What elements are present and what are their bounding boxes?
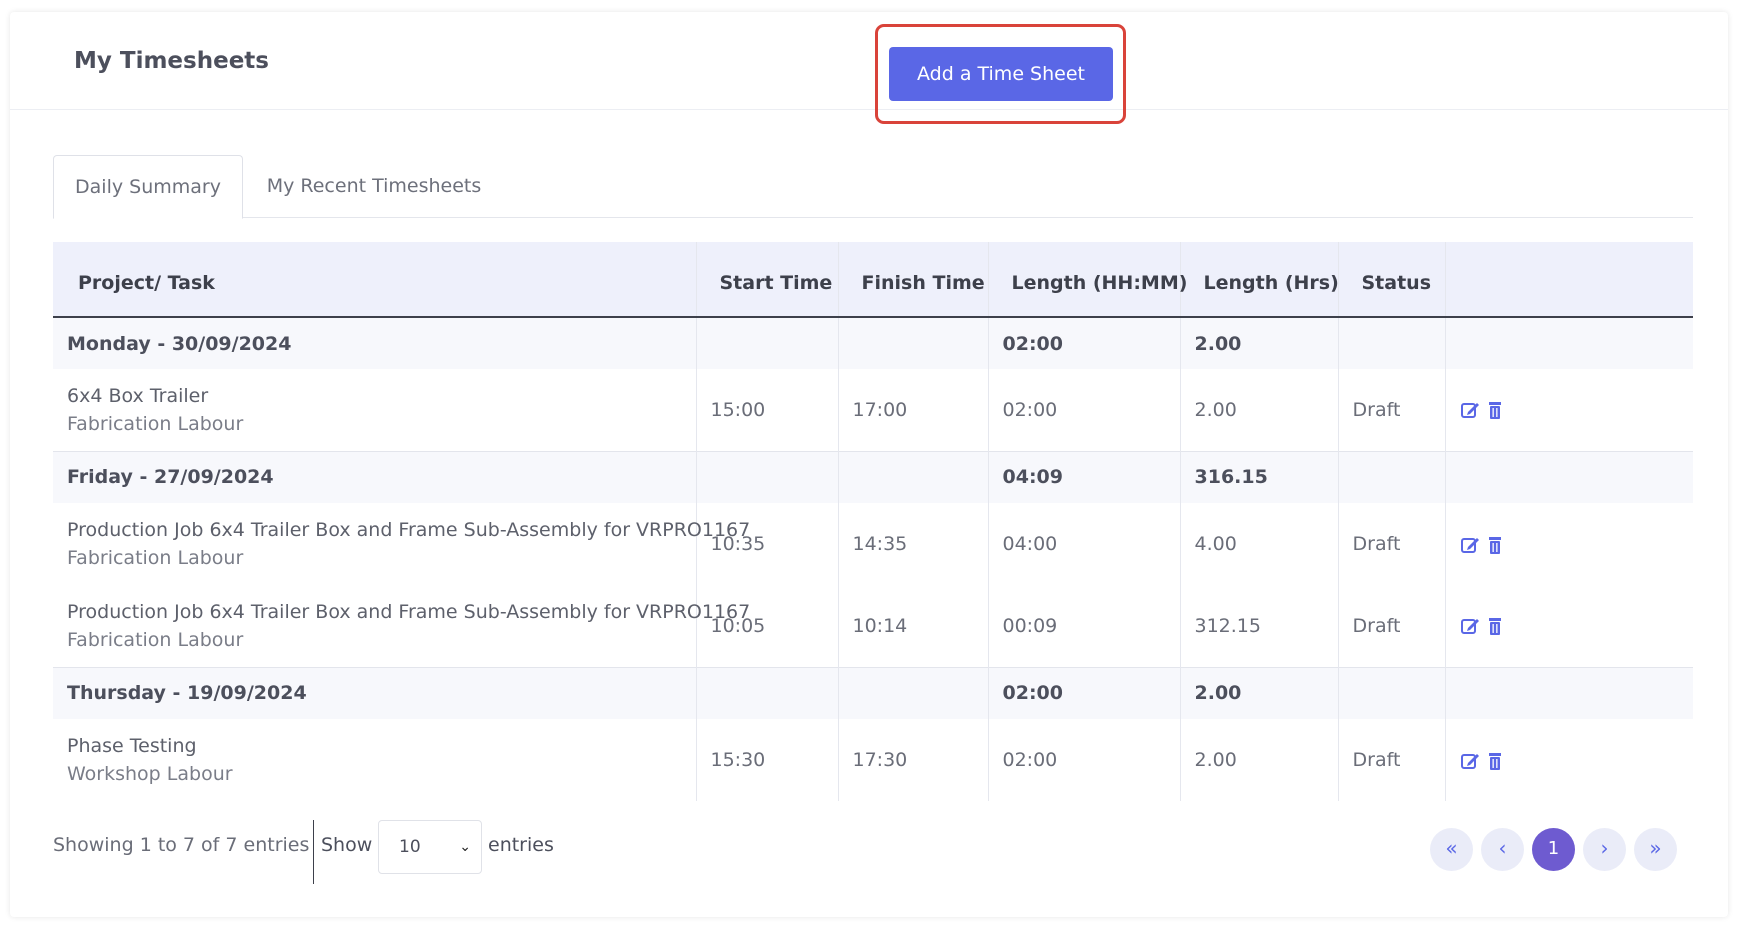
group-total-hhmm: 02:00 — [987, 317, 1180, 369]
edit-icon[interactable] — [1460, 535, 1480, 555]
table-row: Phase Testing Workshop Labour 15:30 17:3… — [53, 719, 1693, 801]
add-button-highlight: Add a Time Sheet — [875, 24, 1126, 124]
pagination: « ‹ 1 › » — [1430, 828, 1690, 872]
group-day: Thursday - 19/09/2024 — [53, 666, 696, 719]
project-task-cell: 6x4 Box Trailer Fabrication Labour — [53, 369, 696, 451]
start-time: 15:00 — [695, 369, 838, 451]
table-row: Production Job 6x4 Trailer Box and Frame… — [53, 503, 1693, 585]
trash-icon[interactable] — [1485, 616, 1505, 636]
row-actions — [1444, 503, 1693, 585]
first-page-button[interactable]: « — [1430, 828, 1473, 871]
project-task-cell: Production Job 6x4 Trailer Box and Frame… — [53, 585, 751, 667]
add-timesheet-button[interactable]: Add a Time Sheet — [889, 47, 1113, 101]
group-row: Friday - 27/09/2024 04:09 316.15 — [53, 450, 1693, 503]
col-actions — [1444, 242, 1693, 318]
page-size-value: 10 — [399, 837, 421, 857]
page-size-select[interactable]: 10 ⌄ — [378, 820, 482, 874]
table-info: Showing 1 to 7 of 7 entries — [53, 834, 310, 856]
col-finish-time[interactable]: Finish Time — [837, 242, 988, 318]
task-name: Fabrication Labour — [67, 628, 244, 651]
col-length-hhmm[interactable]: Length (HH:MM) — [987, 242, 1187, 318]
card-header: My Timesheets Add a Time Sheet — [10, 12, 1728, 124]
edit-icon[interactable] — [1460, 616, 1480, 636]
length-hrs: 2.00 — [1179, 369, 1338, 451]
trash-icon[interactable] — [1485, 535, 1505, 555]
prev-page-button[interactable]: ‹ — [1481, 828, 1524, 871]
project-name: Production Job 6x4 Trailer Box and Frame… — [67, 600, 751, 623]
col-status[interactable]: Status — [1337, 242, 1445, 318]
finish-time: 10:14 — [837, 585, 988, 667]
col-start-time[interactable]: Start Time — [695, 242, 838, 318]
length-hrs: 4.00 — [1179, 503, 1338, 585]
edit-icon[interactable] — [1460, 400, 1480, 420]
page-1-button[interactable]: 1 — [1532, 828, 1575, 871]
group-total-hhmm: 04:09 — [987, 450, 1180, 503]
project-task-cell: Phase Testing Workshop Labour — [53, 719, 696, 801]
status: Draft — [1337, 503, 1445, 585]
status: Draft — [1337, 719, 1445, 801]
finish-time: 14:35 — [837, 503, 988, 585]
status: Draft — [1337, 585, 1445, 667]
length-hhmm: 02:00 — [987, 719, 1180, 801]
task-name: Workshop Labour — [67, 763, 233, 785]
finish-time: 17:00 — [837, 369, 988, 451]
length-hrs: 2.00 — [1179, 719, 1338, 801]
row-actions — [1444, 585, 1693, 667]
project-task-cell: Production Job 6x4 Trailer Box and Frame… — [53, 503, 751, 585]
trash-icon[interactable] — [1485, 400, 1505, 420]
project-name: 6x4 Box Trailer — [67, 384, 209, 407]
group-row: Thursday - 19/09/2024 02:00 2.00 — [53, 666, 1693, 719]
entries-label: entries — [488, 834, 554, 856]
tab-my-recent-timesheets[interactable]: My Recent Timesheets — [261, 155, 487, 219]
group-day: Monday - 30/09/2024 — [53, 317, 696, 369]
project-name: Production Job 6x4 Trailer Box and Frame… — [67, 519, 751, 541]
start-time: 10:05 — [695, 585, 838, 667]
table-row: Production Job 6x4 Trailer Box and Frame… — [53, 585, 1693, 667]
status: Draft — [1337, 369, 1445, 451]
tabs: Daily Summary My Recent Timesheets — [53, 155, 1693, 219]
task-name: Fabrication Labour — [67, 412, 244, 435]
next-page-button[interactable]: › — [1583, 828, 1626, 871]
table-header-row: Project/ Task Start Time Finish Time Len… — [53, 242, 1693, 318]
length-hrs: 312.15 — [1179, 585, 1338, 667]
timesheet-table: Project/ Task Start Time Finish Time Len… — [53, 242, 1693, 801]
finish-time: 17:30 — [837, 719, 988, 801]
group-total-hhmm: 02:00 — [987, 666, 1180, 719]
tab-daily-summary[interactable]: Daily Summary — [53, 155, 243, 219]
group-row: Monday - 30/09/2024 02:00 2.00 — [53, 317, 1693, 369]
timesheets-card: My Timesheets Add a Time Sheet Daily Sum… — [10, 12, 1728, 917]
last-page-button[interactable]: » — [1634, 828, 1677, 871]
group-total-hrs: 2.00 — [1179, 666, 1338, 719]
chevron-down-icon: ⌄ — [459, 839, 471, 855]
edit-icon[interactable] — [1460, 751, 1480, 771]
group-total-hrs: 2.00 — [1179, 317, 1338, 369]
table-row: 6x4 Box Trailer Fabrication Labour 15:00… — [53, 369, 1693, 451]
start-time: 10:35 — [695, 503, 838, 585]
row-actions — [1444, 719, 1693, 801]
length-hhmm: 00:09 — [987, 585, 1180, 667]
col-length-hrs[interactable]: Length (Hrs) — [1179, 242, 1339, 318]
footer-divider — [313, 820, 314, 884]
start-time: 15:30 — [695, 719, 838, 801]
length-hhmm: 04:00 — [987, 503, 1180, 585]
col-project-task[interactable]: Project/ Task — [53, 242, 696, 318]
length-hhmm: 02:00 — [987, 369, 1180, 451]
project-name: Phase Testing — [67, 735, 197, 757]
task-name: Fabrication Labour — [67, 547, 244, 569]
show-label: Show — [321, 834, 373, 856]
group-total-hrs: 316.15 — [1179, 450, 1338, 503]
row-actions — [1444, 369, 1693, 451]
trash-icon[interactable] — [1485, 751, 1505, 771]
page-title: My Timesheets — [74, 48, 269, 74]
group-day: Friday - 27/09/2024 — [53, 450, 696, 503]
